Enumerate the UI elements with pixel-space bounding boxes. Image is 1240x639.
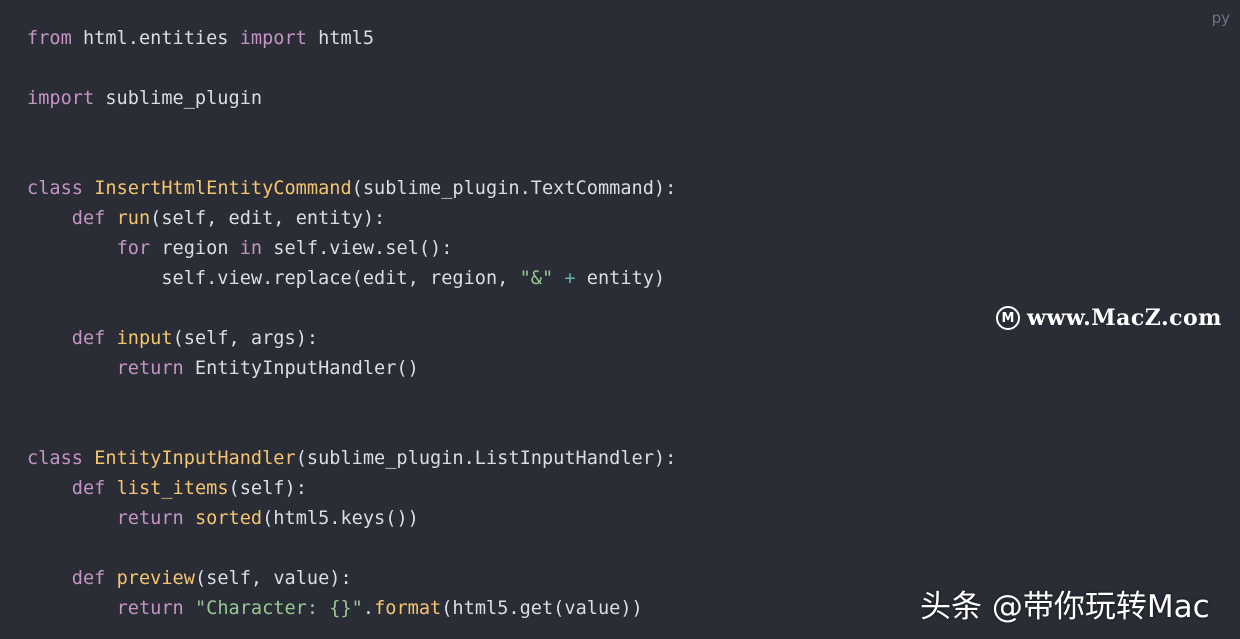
code-token: def xyxy=(71,568,106,589)
code-token: "Character: {}" xyxy=(194,598,363,619)
code-line: from html.entities import html5 xyxy=(27,24,676,54)
site-watermark-text: www.MacZ.com xyxy=(1027,305,1222,331)
code-token: class xyxy=(27,448,83,469)
code-content[interactable]: from html.entities import html5 import su… xyxy=(27,24,676,624)
code-token: list_items xyxy=(116,478,229,499)
code-line: def preview(self, value): xyxy=(27,564,676,594)
code-token: run xyxy=(116,208,151,229)
code-token: sublime_plugin xyxy=(94,88,263,109)
code-token: self.view.sel(): xyxy=(262,238,453,259)
site-watermark: M www.MacZ.com xyxy=(996,305,1222,331)
code-token: (sublime_plugin.ListInputHandler): xyxy=(295,448,677,469)
code-token: entity) xyxy=(575,268,666,289)
code-line: def input(self, args): xyxy=(27,324,676,354)
code-token: (html5.get(value)) xyxy=(441,598,643,619)
code-line: self.view.replace(edit, region, "&" + en… xyxy=(27,264,676,294)
code-token: html5 xyxy=(306,28,375,49)
code-token: self.view.replace(edit, region, xyxy=(27,268,520,289)
code-line: for region in self.view.sel(): xyxy=(27,234,676,264)
code-token: for xyxy=(116,238,151,259)
code-token: region xyxy=(150,238,240,259)
code-token: (self, args): xyxy=(172,328,319,349)
code-token: (self, value): xyxy=(194,568,352,589)
code-token: (self, edit, entity): xyxy=(150,208,386,229)
code-token: (sublime_plugin.TextCommand): xyxy=(351,178,677,199)
code-token: html.entities xyxy=(71,28,240,49)
code-token: EntityInputHandler xyxy=(94,448,296,469)
code-token: (self): xyxy=(228,478,307,499)
code-token: . xyxy=(362,598,375,619)
code-token: return xyxy=(116,598,184,619)
code-line: class InsertHtmlEntityCommand(sublime_pl… xyxy=(27,174,676,204)
code-token: preview xyxy=(116,568,195,589)
language-badge: py xyxy=(1211,9,1230,27)
author-watermark: 头条 @带你玩转Mac xyxy=(920,589,1210,625)
code-token: def xyxy=(71,328,106,349)
code-token: "&" xyxy=(519,268,554,289)
code-line: class EntityInputHandler(sublime_plugin.… xyxy=(27,444,676,474)
macz-logo-icon: M xyxy=(996,306,1020,330)
code-token: class xyxy=(27,178,83,199)
code-token: def xyxy=(71,208,106,229)
code-line: return EntityInputHandler() xyxy=(27,354,676,384)
code-line: def run(self, edit, entity): xyxy=(27,204,676,234)
code-token: sorted xyxy=(194,508,263,529)
code-token: (html5.keys()) xyxy=(262,508,419,529)
code-token: InsertHtmlEntityCommand xyxy=(94,178,352,199)
code-token: format xyxy=(374,598,442,619)
code-line: return "Character: {}".format(html5.get(… xyxy=(27,594,676,624)
code-token: in xyxy=(239,238,263,259)
code-token: input xyxy=(116,328,173,349)
code-line: import sublime_plugin xyxy=(27,84,676,114)
code-line: return sorted(html5.keys()) xyxy=(27,504,676,534)
code-token: EntityInputHandler() xyxy=(183,358,419,379)
code-block: py from html.entities import html5 import… xyxy=(0,0,1240,639)
code-token: def xyxy=(71,478,106,499)
code-token: return xyxy=(116,508,184,529)
code-token: import xyxy=(27,88,95,109)
code-line: def list_items(self): xyxy=(27,474,676,504)
code-token: import xyxy=(239,28,307,49)
code-token: from xyxy=(27,28,72,49)
code-token: return xyxy=(116,358,184,379)
code-token: + xyxy=(564,268,576,289)
